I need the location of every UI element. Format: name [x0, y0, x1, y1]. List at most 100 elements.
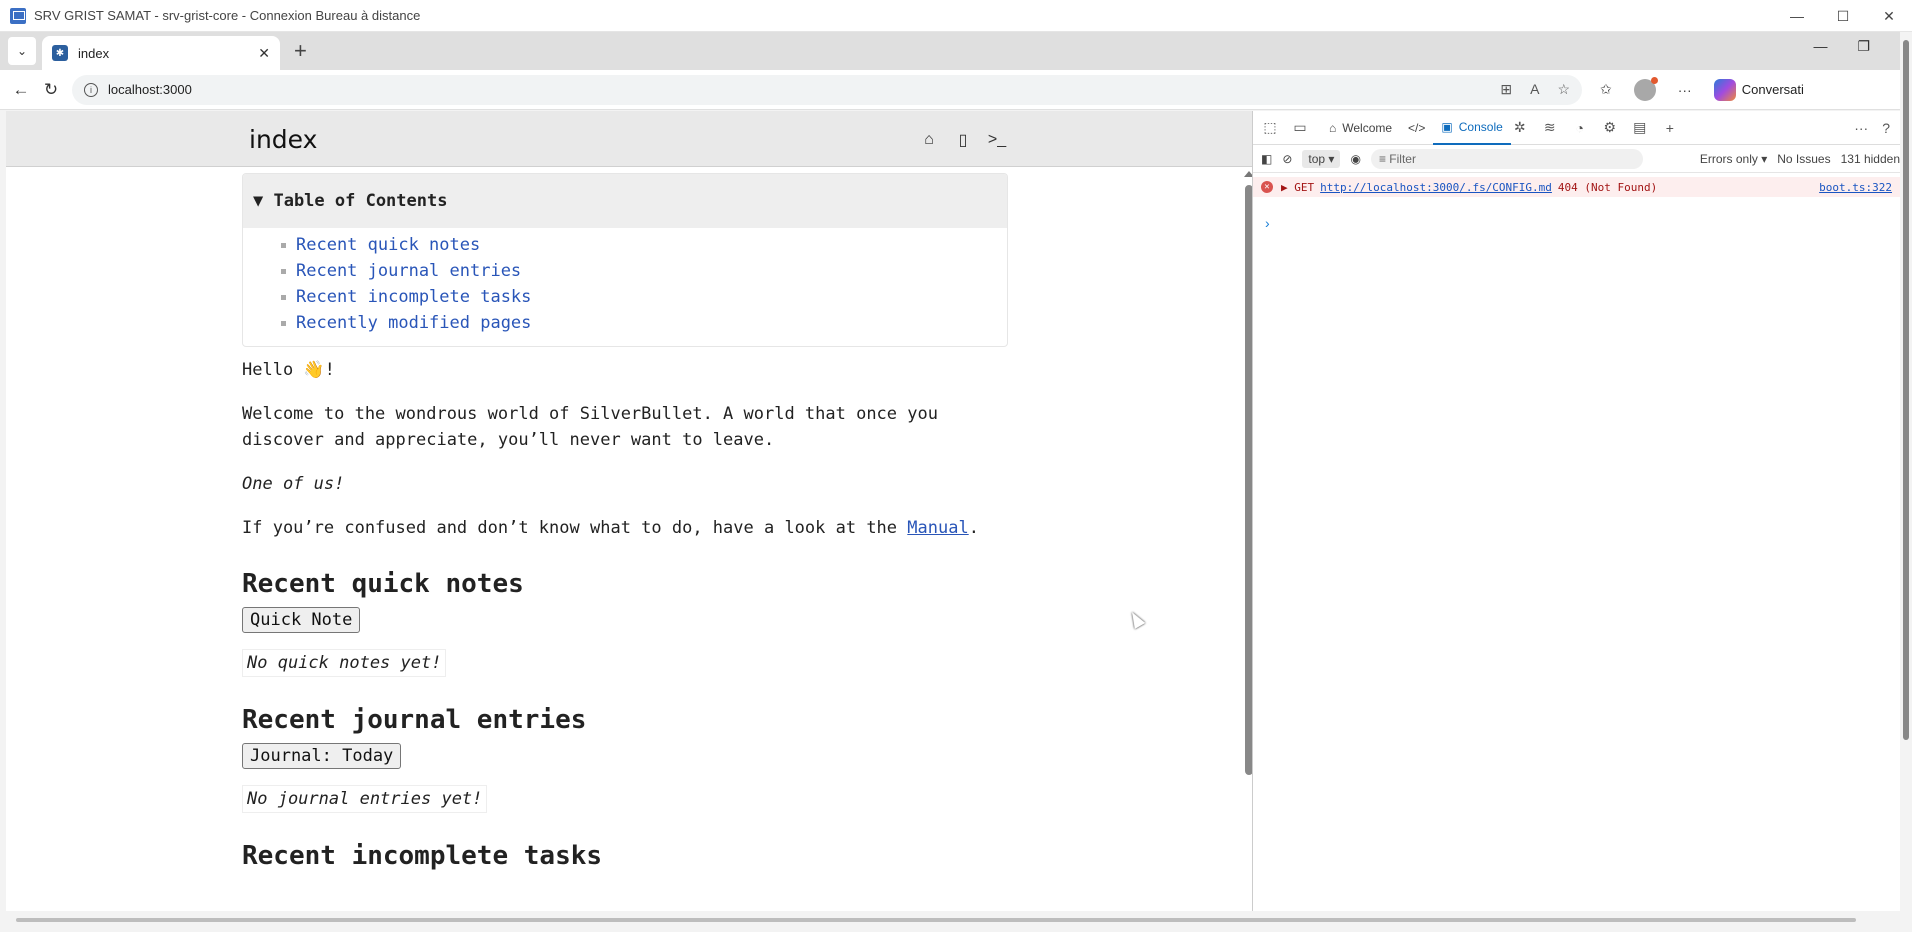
console-prompt[interactable]: ›	[1265, 215, 1900, 231]
console-filter-input[interactable]: ≡ Filter	[1370, 148, 1643, 169]
close-tab-icon[interactable]: ✕	[258, 45, 270, 62]
page-viewport: index ⌂ ▯ >_ ▼ Table of Contents Recent …	[6, 111, 1252, 911]
tab-actions-chevron-icon[interactable]: ⌄	[8, 37, 36, 65]
window-scrollbar[interactable]	[1900, 32, 1912, 912]
inspect-element-icon[interactable]: ⬚	[1261, 119, 1279, 137]
address-bar-row: ← ↻ i localhost:3000 ⊞ A ☆ ✩ ··· Convers…	[0, 70, 1900, 110]
journal-empty: No journal entries yet!	[242, 785, 488, 813]
close-window-button[interactable]: ✕	[1866, 0, 1912, 32]
filter-icon: ≡	[1378, 151, 1390, 166]
error-source-link[interactable]: boot.ts:322	[1819, 181, 1892, 194]
more-tools-icon[interactable]: ···	[1854, 120, 1868, 136]
favorites-icon[interactable]: ✩	[1600, 81, 1612, 98]
journal-today-button[interactable]: Journal: Today	[242, 743, 402, 769]
silverbullet-header: index ⌂ ▯ >_	[6, 111, 1252, 167]
console-toolbar: ◧ ⊘ top ▾ ◉ ≡ Filter Errors only ▾ No Is…	[1253, 145, 1900, 173]
reload-icon[interactable]: ↻	[36, 80, 66, 100]
profile-avatar[interactable]	[1633, 76, 1658, 101]
minimize-button[interactable]: —	[1774, 0, 1820, 32]
toc-link[interactable]: Recently modified pages	[296, 313, 531, 333]
back-arrow-icon[interactable]: ←	[6, 80, 36, 100]
error-method[interactable]: ▶ GET	[1281, 181, 1314, 194]
toc-bullet-icon	[281, 268, 286, 274]
toc-bullet-icon	[281, 320, 286, 326]
tab-index[interactable]: ✱ index ✕	[42, 36, 280, 70]
toc-item[interactable]: Recently modified pages	[281, 310, 1007, 336]
toc-link[interactable]: Recent journal entries	[296, 261, 521, 281]
log-levels-dropdown[interactable]: Errors only ▾	[1700, 152, 1767, 166]
device-emulation-icon[interactable]: ▭	[1291, 119, 1309, 137]
toc-item[interactable]: Recent quick notes	[281, 232, 1007, 258]
copilot-icon	[1713, 78, 1736, 101]
copilot-button[interactable]: Conversati	[1713, 78, 1804, 101]
tab-title: index	[78, 45, 110, 61]
home-icon[interactable]: ⌂	[920, 131, 938, 149]
page-picker-book-icon[interactable]: ▯	[954, 131, 972, 149]
context-selector[interactable]: top ▾	[1302, 149, 1341, 168]
quick-note-button[interactable]: Quick Note	[242, 607, 361, 633]
toc-item[interactable]: Recent journal entries	[281, 258, 1007, 284]
confused-paragraph: If you’re confused and don’t know what t…	[242, 515, 1008, 541]
toc-link[interactable]: Recent incomplete tasks	[296, 287, 531, 307]
app-available-icon[interactable]: ⊞	[1500, 81, 1512, 98]
settings-gear-icon[interactable]: ⚙	[1601, 119, 1619, 137]
site-info-icon[interactable]: i	[84, 82, 98, 97]
toc-bullet-icon	[281, 242, 286, 248]
live-expression-eye-icon[interactable]: ◉	[1350, 152, 1360, 166]
new-tab-button[interactable]: +	[294, 38, 307, 64]
horizontal-scrollbar[interactable]	[16, 918, 1856, 922]
browser-restore-icon[interactable]: ❐	[1857, 38, 1870, 55]
tab-console-label: Console	[1458, 119, 1503, 134]
command-palette-terminal-icon[interactable]: >_	[988, 131, 1006, 149]
period: .	[968, 518, 979, 538]
tab-welcome[interactable]: ⌂ Welcome	[1321, 111, 1400, 145]
window-controls: — ☐ ✕	[1774, 0, 1912, 32]
devtools-tab-bar: ⬚ ▭ ⌂ Welcome </> ▣ Console ✲ ≋ ◔ ⚙ ▤ + ··…	[1253, 111, 1900, 145]
window-scroll-thumb[interactable]	[1903, 40, 1909, 740]
issues-count[interactable]: No Issues	[1777, 152, 1830, 166]
page-scrollbar[interactable]	[1243, 171, 1252, 911]
browser-minimize-icon[interactable]: —	[1813, 38, 1827, 55]
toc-list: Recent quick notes Recent journal entrie…	[243, 228, 1007, 346]
editor-content[interactable]: ▼ Table of Contents Recent quick notes R…	[242, 173, 1008, 871]
one-of-us-line: One of us!	[242, 474, 345, 494]
tab-welcome-label: Welcome	[1342, 120, 1393, 135]
scroll-thumb[interactable]	[1245, 185, 1252, 775]
application-icon[interactable]: ▤	[1631, 119, 1649, 137]
sidebar-toggle-icon[interactable]: ◧	[1261, 152, 1272, 166]
read-aloud-icon[interactable]: A	[1530, 81, 1539, 98]
address-bar[interactable]: i localhost:3000 ⊞ A ☆	[72, 74, 1582, 105]
browser-window-controls: — ❐	[1813, 38, 1870, 55]
scroll-up-arrow-icon[interactable]	[1244, 171, 1252, 177]
maximize-button[interactable]: ☐	[1820, 0, 1866, 32]
tab-elements[interactable]: </>	[1400, 111, 1433, 145]
browser-tab-strip: ⌄ ✱ index ✕ + — ❐	[0, 32, 1900, 70]
manual-link[interactable]: Manual	[907, 518, 968, 538]
favorite-star-icon[interactable]: ☆	[1557, 81, 1570, 98]
error-url-link[interactable]: http://localhost:3000/.fs/CONFIG.md	[1320, 181, 1552, 194]
url-text[interactable]: localhost:3000	[108, 82, 192, 97]
tab-console[interactable]: ▣ Console	[1433, 111, 1511, 145]
quick-notes-heading: Recent quick notes	[242, 569, 524, 599]
page-title[interactable]: index	[249, 125, 317, 154]
hello-line: Hello 👋!	[242, 360, 335, 380]
sources-bug-icon[interactable]: ✲	[1511, 119, 1529, 137]
clear-console-icon[interactable]: ⊘	[1282, 152, 1292, 166]
toc-item[interactable]: Recent incomplete tasks	[281, 284, 1007, 310]
console-error-row[interactable]: ✕ ▶ GET http://localhost:3000/.fs/CONFIG…	[1253, 177, 1900, 197]
omnibox-actions: ⊞ A ☆	[1500, 81, 1570, 98]
network-wifi-icon[interactable]: ≋	[1541, 119, 1559, 137]
home-icon: ⌂	[1329, 120, 1337, 135]
help-icon[interactable]: ?	[1882, 120, 1890, 136]
toc-link[interactable]: Recent quick notes	[296, 235, 480, 255]
add-panel-plus-icon[interactable]: +	[1661, 119, 1679, 137]
window-title: SRV GRIST SAMAT - srv-grist-core - Conne…	[34, 8, 421, 23]
remote-desktop-icon	[10, 7, 26, 24]
table-of-contents: ▼ Table of Contents Recent quick notes R…	[242, 173, 1008, 347]
copilot-label: Conversati	[1741, 82, 1804, 97]
more-menu-icon[interactable]: ···	[1678, 82, 1692, 98]
toc-title[interactable]: ▼ Table of Contents	[243, 174, 1007, 228]
performance-icon[interactable]: ◔	[1571, 119, 1589, 137]
incomplete-tasks-heading: Recent incomplete tasks	[242, 841, 603, 871]
header-actions: ⌂ ▯ >_	[920, 131, 1006, 149]
